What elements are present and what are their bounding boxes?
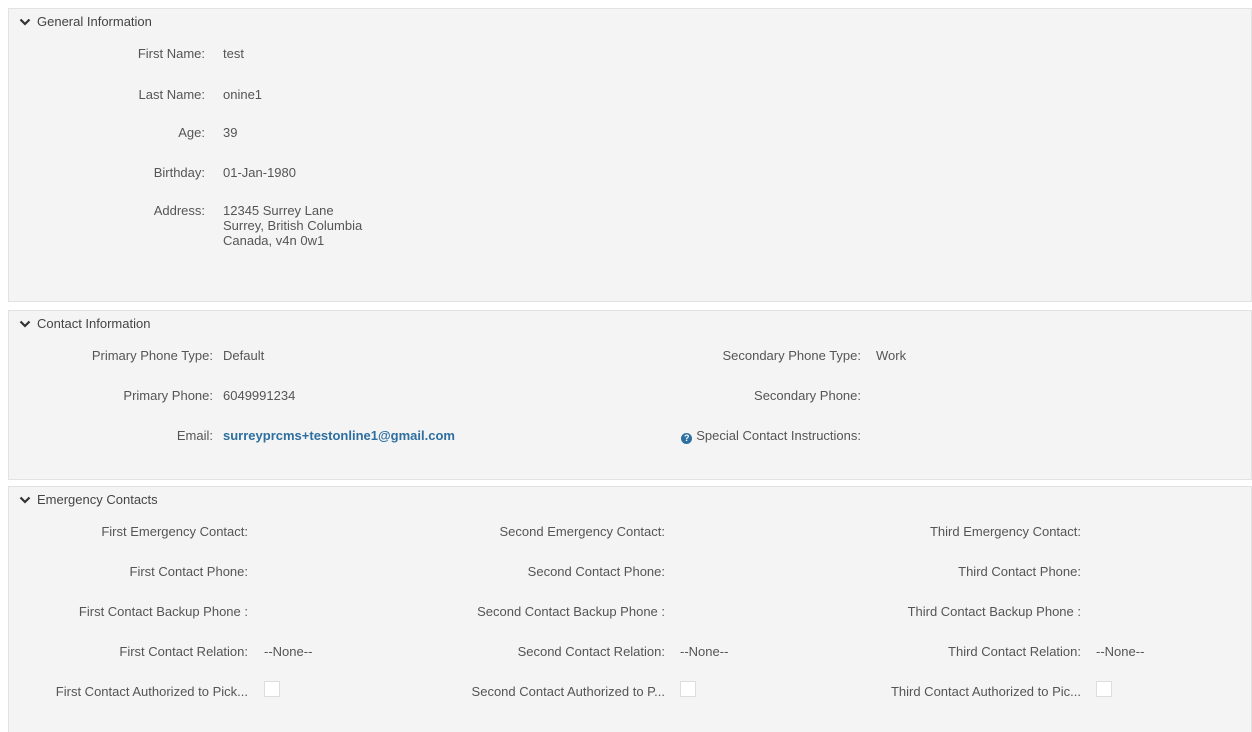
secondary-phone-label: Secondary Phone: xyxy=(754,388,861,403)
third-contact-backup-phone-label: Third Contact Backup Phone : xyxy=(907,604,1081,619)
question-circle-icon[interactable]: ? xyxy=(681,433,693,444)
first-contact-authorized-label: First Contact Authorized to Pick... xyxy=(55,684,248,699)
third-contact-phone-label: Third Contact Phone: xyxy=(958,564,1081,579)
second-contact-relation-value: --None-- xyxy=(680,644,729,659)
primary-phone-value: 6049991234 xyxy=(223,388,296,403)
third-contact-relation-value: --None-- xyxy=(1096,644,1145,659)
emergency-contacts-section: Emergency Contacts First Emergency Conta… xyxy=(8,486,1252,732)
contact-information-toggle[interactable]: Contact Information xyxy=(19,316,150,331)
last-name-value: onine1 xyxy=(223,87,263,102)
second-contact-phone-label: Second Contact Phone: xyxy=(527,564,665,579)
primary-phone-type-label: Primary Phone Type: xyxy=(91,348,213,363)
emergency-contacts-toggle[interactable]: Emergency Contacts xyxy=(19,492,158,507)
special-instructions-label: ? Special Contact Instructions: xyxy=(681,428,861,444)
first-emergency-contact-label: First Emergency Contact: xyxy=(101,524,248,539)
age-label: Age: xyxy=(178,125,205,140)
address-label: Address: xyxy=(153,203,205,218)
birthday-label: Birthday: xyxy=(153,165,205,180)
third-emergency-contact-label: Third Emergency Contact: xyxy=(929,524,1081,539)
address-value: 12345 Surrey Lane Surrey, British Columb… xyxy=(223,203,363,248)
primary-phone-type-value: Default xyxy=(223,348,265,363)
first-contact-phone-label: First Contact Phone: xyxy=(129,564,249,579)
primary-phone-label: Primary Phone: xyxy=(123,388,213,403)
second-contact-authorized-checkbox[interactable] xyxy=(680,681,696,697)
special-instructions-text: Special Contact Instructions: xyxy=(696,428,861,443)
third-contact-relation-label: Third Contact Relation: xyxy=(948,644,1081,659)
contact-information-section: Contact Information Primary Phone Type: … xyxy=(8,310,1252,480)
email-link[interactable]: surreyprcms+testonline1@gmail.com xyxy=(223,428,455,443)
secondary-phone-type-label: Secondary Phone Type: xyxy=(722,348,861,363)
second-contact-backup-phone-label: Second Contact Backup Phone : xyxy=(477,604,665,619)
first-contact-relation-value: --None-- xyxy=(264,644,313,659)
general-information-toggle[interactable]: General Information xyxy=(19,14,152,29)
second-emergency-contact-label: Second Emergency Contact: xyxy=(499,524,665,539)
third-contact-authorized-checkbox[interactable] xyxy=(1096,681,1112,697)
chevron-down-icon xyxy=(19,18,31,26)
first-contact-backup-phone-label: First Contact Backup Phone : xyxy=(78,604,248,619)
section-title: Emergency Contacts xyxy=(37,492,158,507)
general-information-section: General Information First Name: test Las… xyxy=(8,8,1252,302)
chevron-down-icon xyxy=(19,320,31,328)
section-title: General Information xyxy=(37,14,152,29)
first-contact-relation-label: First Contact Relation: xyxy=(119,644,248,659)
secondary-phone-type-value: Work xyxy=(876,348,907,363)
section-title: Contact Information xyxy=(37,316,151,331)
third-contact-authorized-label: Third Contact Authorized to Pic... xyxy=(890,684,1081,699)
age-value: 39 xyxy=(223,125,238,140)
last-name-label: Last Name: xyxy=(138,87,205,102)
second-contact-relation-label: Second Contact Relation: xyxy=(517,644,665,659)
second-contact-authorized-label: Second Contact Authorized to P... xyxy=(471,684,665,699)
first-contact-authorized-checkbox[interactable] xyxy=(264,681,280,697)
birthday-value: 01-Jan-1980 xyxy=(223,165,296,180)
first-name-label: First Name: xyxy=(137,46,205,61)
first-name-value: test xyxy=(223,46,244,61)
email-label: Email: xyxy=(176,428,213,443)
chevron-down-icon xyxy=(19,496,31,504)
